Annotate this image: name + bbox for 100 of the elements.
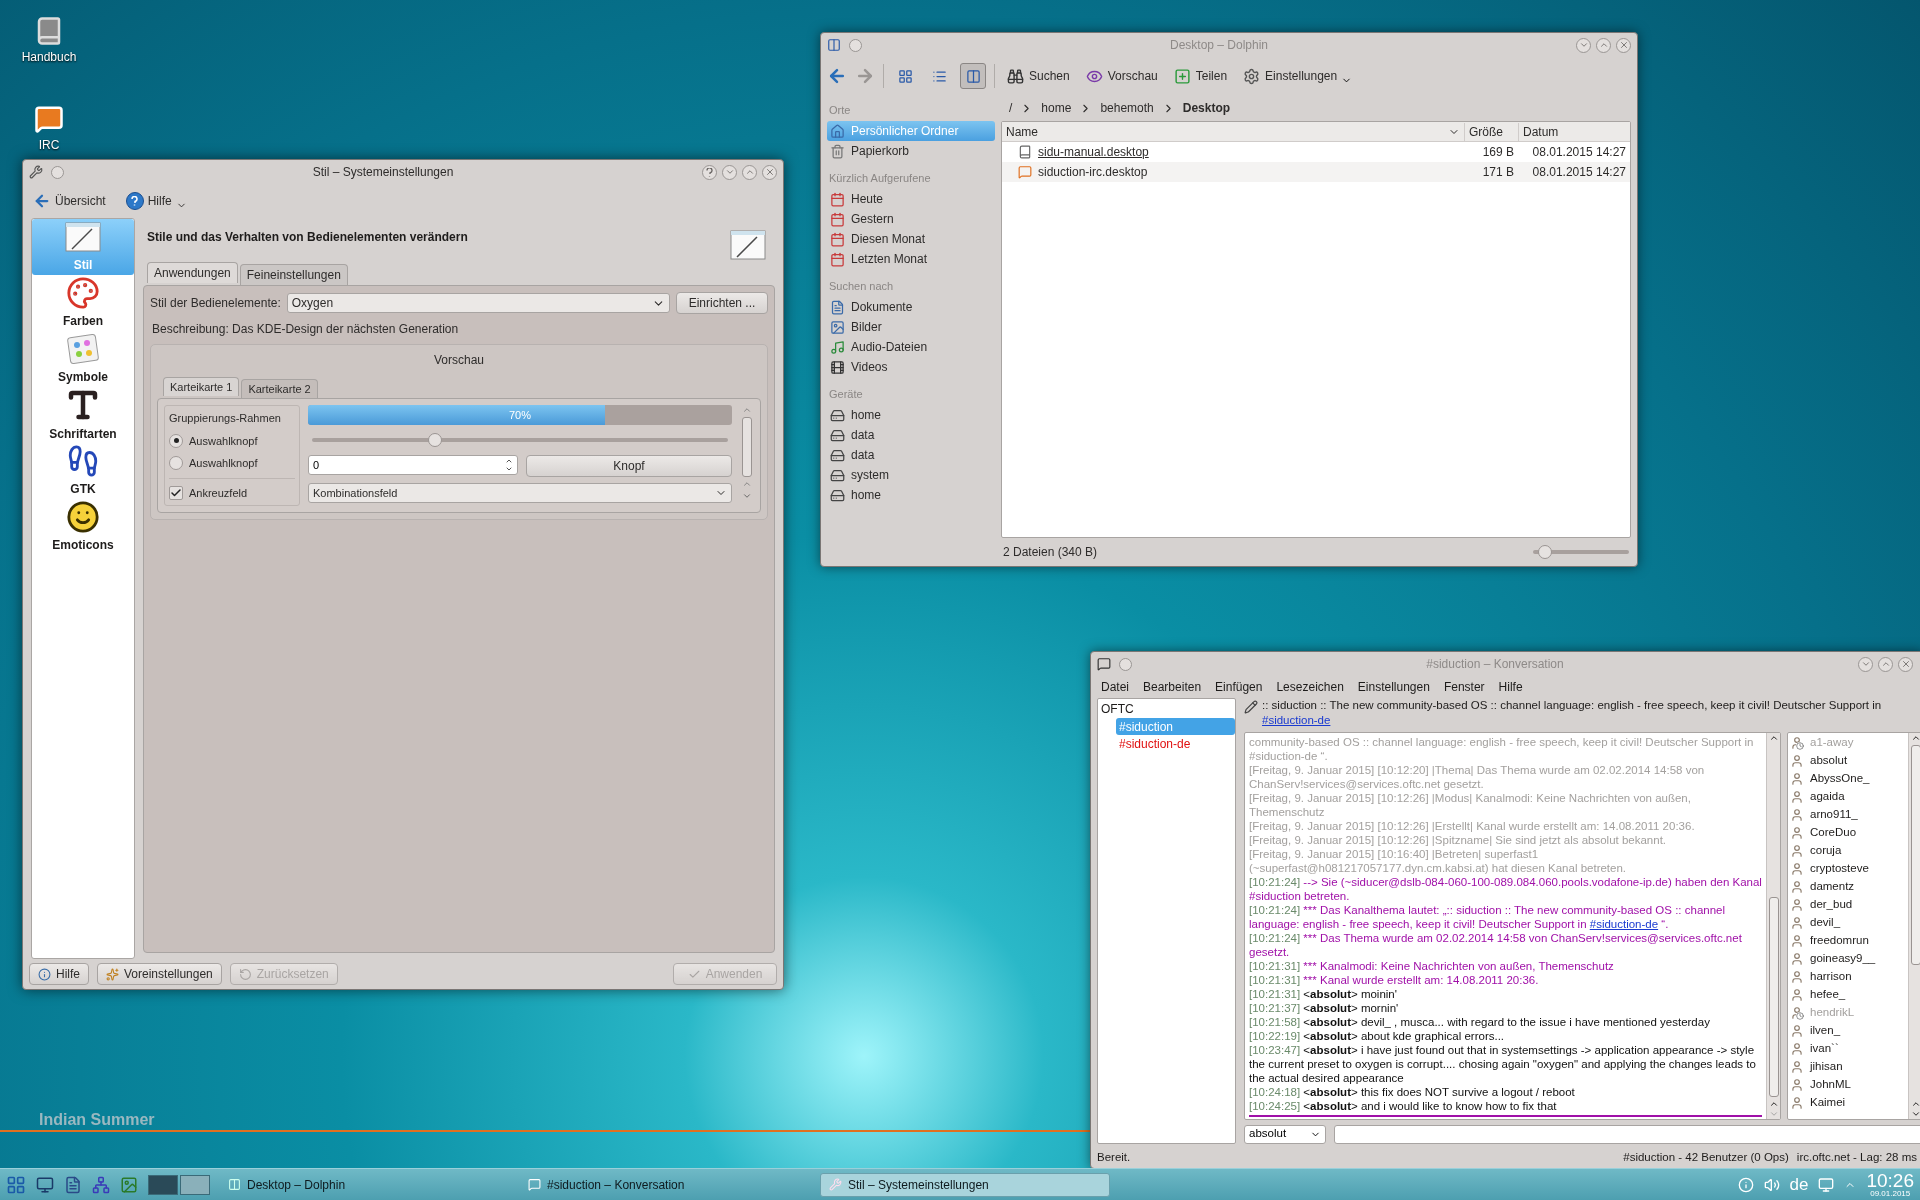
breadcrumb-item[interactable]: / — [1009, 99, 1013, 117]
menu-item[interactable]: Bearbeiten — [1143, 678, 1202, 696]
place-item[interactable]: Audio-Dateien — [827, 337, 995, 357]
desktop-icon[interactable]: Handbuch — [14, 16, 84, 66]
nick-name[interactable]: CoreDuo — [1810, 824, 1857, 842]
nick-dropdown[interactable]: absolut — [1244, 1124, 1326, 1144]
channel-link[interactable]: #siduction-de — [1589, 918, 1659, 930]
minimize-button[interactable] — [1858, 656, 1873, 672]
category-item[interactable]: Symbole — [32, 331, 134, 387]
browser-icon[interactable] — [92, 1175, 110, 1194]
nick-name[interactable]: jihisan — [1810, 1058, 1843, 1076]
place-item[interactable]: Bilder — [827, 317, 995, 337]
place-item[interactable]: home — [827, 405, 995, 425]
nick-name[interactable]: der_bud — [1810, 896, 1853, 914]
info-icon[interactable] — [1737, 1176, 1754, 1193]
place-item[interactable]: Dokumente — [827, 297, 995, 317]
category-item[interactable]: GTK — [32, 443, 134, 499]
place-item[interactable]: Videos — [827, 357, 995, 377]
nick-name[interactable]: ivan`` — [1810, 1040, 1839, 1058]
server-item[interactable]: OFTC — [1098, 700, 1235, 718]
desktop-icon[interactable]: IRC — [14, 104, 84, 154]
menu-item[interactable]: Datei — [1101, 678, 1129, 696]
nick-name[interactable]: freedomrun — [1810, 932, 1869, 950]
pager-desktop[interactable] — [180, 1174, 210, 1195]
minimize-button[interactable] — [1576, 37, 1591, 53]
nick-name[interactable]: JohnML — [1810, 1076, 1851, 1094]
style-dropdown[interactable]: Oxygen — [286, 293, 670, 313]
radio-button[interactable] — [169, 433, 183, 448]
back-arrow-icon[interactable] — [827, 66, 847, 86]
help-button[interactable]: Hilfe — [121, 191, 191, 211]
file-row[interactable]: sidu-manual.desktop 169 B 08.01.2015 14:27 — [1002, 142, 1630, 162]
channel-item[interactable]: #siduction-de — [1116, 735, 1235, 752]
breadcrumb-item[interactable]: behemoth — [1100, 99, 1154, 117]
pin-button[interactable] — [849, 38, 862, 52]
place-item[interactable]: data — [827, 425, 995, 445]
volume-icon[interactable] — [1763, 1176, 1780, 1193]
push-button[interactable]: Knopf — [526, 455, 732, 477]
help-button[interactable]: Hilfe — [29, 963, 89, 985]
checkbox[interactable] — [169, 485, 183, 500]
nick-name[interactable]: devil_ — [1810, 914, 1841, 932]
menu-item[interactable]: Lesezeichen — [1276, 678, 1344, 696]
nick-name[interactable]: AbyssOne_ — [1810, 770, 1870, 788]
edit-topic-icon[interactable] — [1244, 700, 1258, 714]
nick-name[interactable]: agaida — [1810, 788, 1845, 806]
tab[interactable]: Karteikarte 1 — [163, 377, 240, 396]
nick-name[interactable]: damentz — [1810, 878, 1855, 896]
maximize-button[interactable] — [1878, 656, 1893, 672]
radio-button[interactable] — [169, 456, 183, 471]
task-button[interactable]: Stil – Systemeinstellungen — [820, 1172, 1110, 1197]
category-item[interactable]: Farben — [32, 275, 134, 331]
file-row[interactable]: siduction-irc.desktop 171 B 08.01.2015 14:27 — [1002, 162, 1630, 182]
place-item[interactable]: data — [827, 445, 995, 465]
notes-icon[interactable] — [64, 1175, 82, 1194]
category-item[interactable]: Schriftarten — [32, 387, 134, 443]
toolbar-button[interactable]: Suchen — [1003, 67, 1074, 85]
help-button[interactable] — [702, 164, 717, 180]
toolbar-button[interactable]: Vorschau — [1081, 67, 1162, 85]
nick-name[interactable]: Kaimei — [1810, 1094, 1846, 1112]
minimize-button[interactable] — [722, 164, 737, 180]
category-item[interactable]: Emoticons — [32, 499, 134, 555]
task-button[interactable]: Desktop – Dolphin — [220, 1172, 510, 1197]
zoom-slider[interactable] — [1533, 545, 1629, 559]
place-item[interactable]: Diesen Monat — [827, 229, 995, 249]
toolbar-button[interactable]: Teilen — [1169, 67, 1232, 85]
network-icon[interactable] — [1818, 1176, 1835, 1193]
defaults-button[interactable]: Voreinstellungen — [97, 963, 222, 985]
pager-desktop[interactable] — [148, 1174, 178, 1195]
menu-item[interactable]: Einfügen — [1215, 678, 1263, 696]
channel-link[interactable]: #siduction-de — [1262, 714, 1331, 726]
toolbar-button[interactable]: Einstellungen — [1239, 67, 1342, 85]
column-header[interactable]: Datum — [1518, 122, 1630, 141]
menu-item[interactable]: Einstellungen — [1357, 678, 1430, 696]
nick-name[interactable]: ilven_ — [1810, 1022, 1841, 1040]
forward-arrow-icon[interactable] — [855, 66, 875, 86]
task-button[interactable]: #siduction – Konversation — [520, 1172, 810, 1197]
place-item[interactable]: system — [827, 465, 995, 485]
nick-name[interactable]: goineasy9__ — [1810, 950, 1876, 968]
scrollbar[interactable] — [1766, 733, 1780, 1119]
overview-button[interactable]: Übersicht — [29, 192, 110, 210]
breadcrumb-item[interactable]: Desktop — [1182, 99, 1231, 117]
nick-name[interactable]: arno911_ — [1810, 806, 1858, 824]
nick-name[interactable]: hefee_ — [1810, 986, 1846, 1004]
tab[interactable]: Karteikarte 2 — [241, 379, 318, 398]
view-mode-button[interactable] — [960, 63, 986, 89]
place-item[interactable]: home — [827, 485, 995, 505]
breadcrumb-item[interactable]: home — [1041, 99, 1072, 117]
menu-item[interactable]: Hilfe — [1498, 678, 1523, 696]
pin-button[interactable] — [1119, 657, 1132, 671]
desktop-icon[interactable] — [36, 1175, 54, 1194]
menu-item[interactable]: Fenster — [1443, 678, 1485, 696]
message-input[interactable] — [1334, 1124, 1920, 1144]
column-header[interactable]: Größe — [1464, 122, 1518, 141]
tab[interactable]: Feineinstellungen — [239, 264, 348, 285]
maximize-button[interactable] — [742, 164, 757, 180]
place-item[interactable]: Gestern — [827, 209, 995, 229]
place-item[interactable]: Papierkorb — [827, 141, 995, 161]
scrollbar[interactable] — [1908, 733, 1920, 1119]
nick-name[interactable]: absolut — [1810, 752, 1848, 770]
nick-name[interactable]: cryptosteve — [1810, 860, 1869, 878]
app-menu-icon[interactable] — [6, 1174, 26, 1195]
